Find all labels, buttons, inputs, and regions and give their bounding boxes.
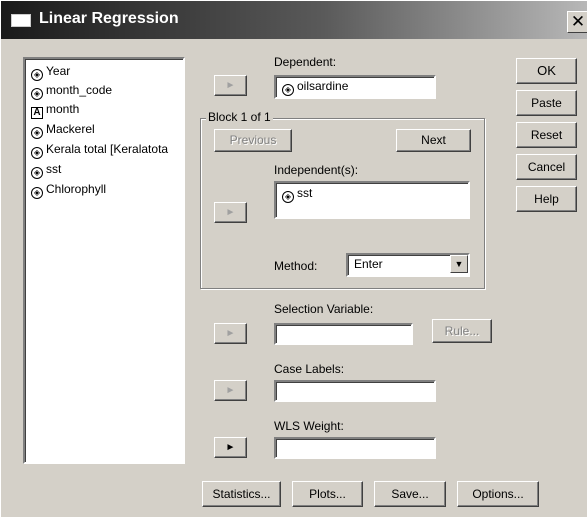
scale-variable-icon: ◈: [31, 88, 43, 100]
independents-list[interactable]: ◈ sst: [274, 181, 470, 219]
scale-variable-icon: ◈: [31, 127, 43, 139]
method-select[interactable]: Enter ▼: [346, 253, 470, 277]
scale-variable-icon: ◈: [31, 167, 43, 179]
list-item[interactable]: ◈ Chlorophyll: [31, 181, 106, 199]
save-button[interactable]: Save...: [374, 481, 446, 507]
list-item[interactable]: ◈ month_code: [31, 82, 112, 100]
variable-label: sst: [46, 162, 62, 176]
close-button[interactable]: ✕: [567, 11, 587, 33]
block-title: Block 1 of 1: [206, 110, 273, 124]
nominal-string-variable-icon: A: [31, 107, 43, 119]
list-item[interactable]: ◈ Kerala total [Keralatota: [31, 141, 168, 159]
ok-button[interactable]: OK: [516, 58, 577, 84]
linear-regression-dialog: Linear Regression ✕ ◈ Year ◈ month_code Am…: [0, 0, 587, 517]
list-item[interactable]: ◈ Mackerel: [31, 121, 95, 139]
dependent-field[interactable]: ◈ oilsardine: [274, 75, 436, 99]
independent-value: sst: [297, 186, 313, 200]
scale-variable-icon: ◈: [282, 191, 294, 203]
method-label: Method:: [274, 259, 318, 273]
title-bar: Linear Regression ✕: [1, 1, 587, 39]
scale-variable-icon: ◈: [31, 187, 43, 199]
statistics-button[interactable]: Statistics...: [202, 481, 281, 507]
variable-label: Mackerel: [46, 122, 95, 136]
move-to-dependent-button[interactable]: ►: [214, 75, 247, 96]
variable-label: Chlorophyll: [46, 182, 107, 196]
rule-button[interactable]: Rule...: [432, 319, 492, 343]
cancel-button[interactable]: Cancel: [516, 154, 577, 180]
selection-variable-field[interactable]: [274, 323, 413, 345]
dependent-value: oilsardine: [297, 79, 349, 93]
independents-label: Independent(s):: [274, 163, 359, 177]
scale-variable-icon: ◈: [31, 69, 43, 81]
variable-label: month: [46, 102, 80, 116]
next-button[interactable]: Next: [396, 129, 471, 152]
method-value: Enter: [354, 257, 383, 271]
list-item[interactable]: ◈ Year: [31, 63, 70, 81]
selection-variable-label: Selection Variable:: [274, 302, 374, 316]
variable-label: month_code: [46, 83, 113, 97]
dropdown-arrow-icon[interactable]: ▼: [450, 255, 468, 273]
list-item[interactable]: Amonth: [31, 101, 79, 119]
move-to-case-labels-button[interactable]: ►: [214, 380, 247, 401]
source-variable-list[interactable]: ◈ Year ◈ month_code Amonth ◈ Mackerel ◈ Kera…: [23, 57, 185, 464]
case-labels-label: Case Labels:: [274, 362, 345, 376]
window-title: Linear Regression: [39, 10, 179, 27]
move-to-independents-button[interactable]: ►: [214, 202, 247, 223]
wls-weight-field[interactable]: [274, 437, 436, 459]
options-button[interactable]: Options...: [457, 481, 539, 507]
variable-label: Year: [46, 64, 71, 78]
variable-label: Kerala total [Keralatota: [46, 142, 169, 156]
wls-weight-label: WLS Weight:: [274, 419, 344, 433]
help-button[interactable]: Help: [516, 186, 577, 212]
previous-button[interactable]: Previous: [214, 129, 292, 152]
dependent-label: Dependent:: [274, 55, 337, 69]
move-to-selection-button[interactable]: ►: [214, 323, 247, 344]
plots-button[interactable]: Plots...: [292, 481, 363, 507]
scale-variable-icon: ◈: [282, 84, 294, 96]
reset-button[interactable]: Reset: [516, 122, 577, 148]
window-icon: [11, 14, 31, 27]
case-labels-field[interactable]: [274, 380, 436, 402]
paste-button[interactable]: Paste: [516, 90, 577, 116]
scale-variable-icon: ◈: [31, 147, 43, 159]
list-item[interactable]: ◈ sst: [31, 161, 61, 179]
move-to-wls-weight-button[interactable]: ►: [214, 437, 247, 458]
